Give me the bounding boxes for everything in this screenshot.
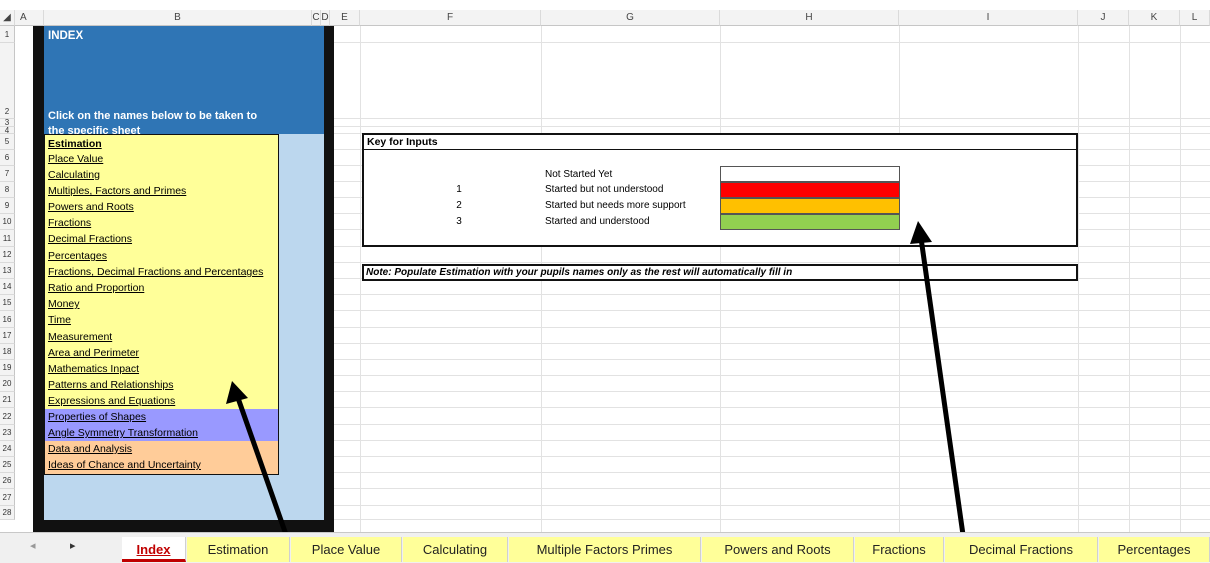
scroll-tabs-right-icon[interactable]: ▸ — [70, 539, 76, 552]
tab-multiple-factors-primes[interactable]: Multiple Factors Primes — [509, 537, 701, 562]
tab-fractions[interactable]: Fractions — [855, 537, 944, 562]
tab-calculating[interactable]: Calculating — [403, 537, 508, 562]
sheet-tab-bar: ◂ ▸ Index Estimation Place Value Calcula… — [0, 532, 1210, 563]
tab-decimal-fractions[interactable]: Decimal Fractions — [945, 537, 1098, 562]
annotation-arrows — [226, 221, 970, 563]
tab-estimation[interactable]: Estimation — [187, 537, 290, 562]
arrow-head-right — [910, 221, 932, 244]
tab-index[interactable]: Index — [122, 537, 186, 562]
tab-powers-roots[interactable]: Powers and Roots — [702, 537, 854, 562]
arrow-head-left — [226, 381, 248, 404]
arrow-line-right — [918, 237, 970, 563]
tab-place-value[interactable]: Place Value — [291, 537, 402, 562]
spreadsheet: ◢ A B C D E F G H I J K L 1 2 3 4 5 6 7 8 9 10 11 1… — [0, 0, 1210, 563]
scroll-tabs-left-icon[interactable]: ◂ — [30, 539, 36, 552]
tab-percentages[interactable]: Percentages — [1099, 537, 1210, 562]
